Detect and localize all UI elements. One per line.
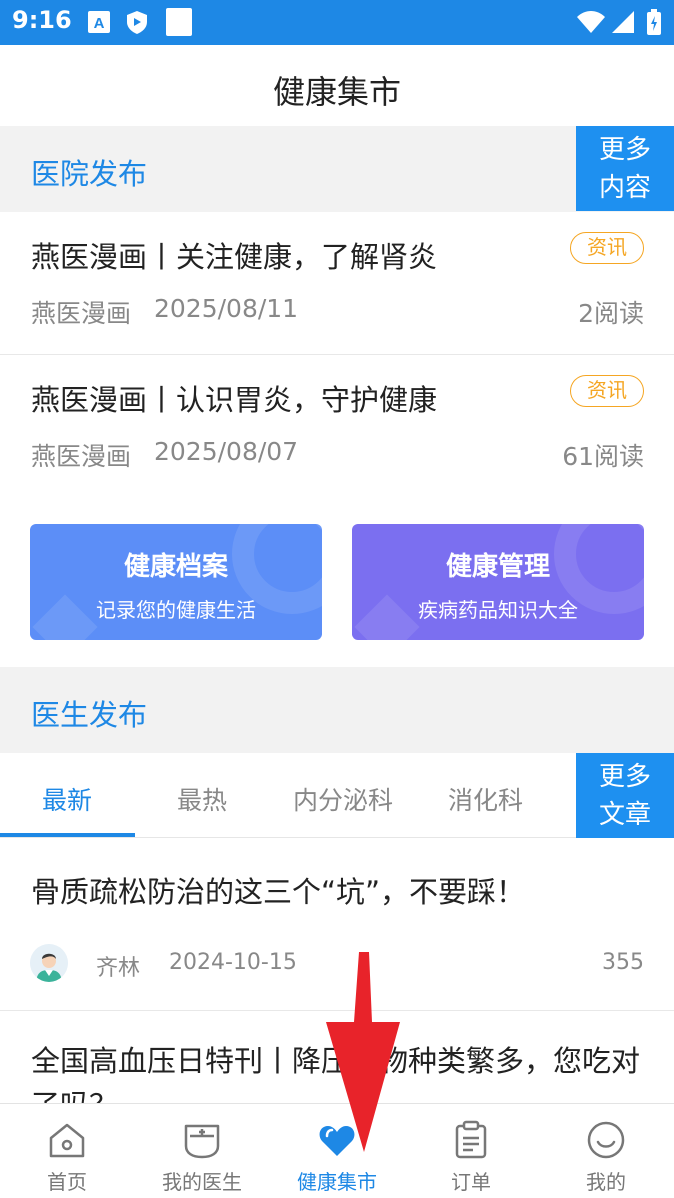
news-date: 2025/08/11 [154, 294, 299, 323]
nav-label: 健康集市 [297, 1170, 377, 1194]
news-tag-badge: 资讯 [570, 232, 644, 264]
tab-latest[interactable]: 最新 [42, 781, 92, 817]
article-view-count: 355 [602, 950, 644, 975]
font-a-icon: A [88, 11, 110, 33]
article-author: 齐林 [96, 956, 141, 981]
more-articles-button[interactable]: 更多 文章 [576, 753, 674, 838]
health-records-card[interactable]: 健康档案 记录您的健康生活 [30, 524, 322, 640]
article-title: 全国高血压日特刊丨降压药物种类繁多，您吃对了吗？ [31, 1044, 641, 1103]
news-source: 燕医漫画 [31, 442, 132, 471]
card-title: 健康档案 [123, 552, 228, 582]
svg-text:A: A [94, 15, 105, 32]
tab-hottest[interactable]: 最热 [177, 781, 227, 817]
card-subtitle: 疾病药品知识大全 [418, 598, 578, 622]
more-button-line1: 更多 [598, 762, 651, 792]
battery-icon [647, 9, 661, 35]
news-item[interactable]: 燕医漫画丨认识胃炎，守护健康 资讯 燕医漫画 2025/08/07 61阅读 [0, 355, 674, 498]
news-title: 燕医漫画丨认识胃炎，守护健康 [31, 383, 438, 417]
feature-cards: 健康档案 记录您的健康生活 健康管理 疾病药品知识大全 [0, 497, 674, 667]
doctor-avatar-icon [30, 944, 68, 982]
article-item[interactable]: 骨质疏松防治的这三个“坑”，不要踩！ 齐林 2024-10-15 355 [0, 838, 674, 1011]
more-button-line2: 内容 [598, 173, 651, 203]
tab-gastroenterology[interactable]: 消化科 [448, 781, 523, 817]
signal-icon [612, 11, 634, 33]
avatar [30, 944, 68, 982]
more-button-line1: 更多 [598, 135, 651, 165]
heart-icon [319, 1126, 355, 1156]
news-title: 燕医漫画丨关注健康，了解肾炎 [31, 240, 438, 274]
shield-icon [127, 11, 147, 34]
doctor-bag-icon [184, 1124, 220, 1159]
active-tab-indicator [0, 833, 135, 837]
nav-label: 我的 [586, 1170, 626, 1194]
doctor-section-title: 医生发布 [31, 698, 148, 732]
more-content-button[interactable]: 更多 内容 [576, 126, 674, 211]
nav-item-health-market[interactable]: 健康集市 [270, 1104, 404, 1198]
nav-item-mine[interactable]: 我的 [539, 1104, 673, 1198]
tab-endocrinology[interactable]: 内分泌科 [293, 781, 393, 817]
nav-label: 首页 [47, 1170, 87, 1194]
article-date: 2024-10-15 [169, 950, 297, 975]
news-date: 2025/08/07 [154, 437, 299, 466]
bottom-nav: 首页 我的医生 健康集市 订单 我的 [0, 1103, 674, 1198]
nav-label: 订单 [451, 1170, 491, 1194]
article-tabs: 最新 最热 内分泌科 消化科 更多 文章 [0, 753, 674, 838]
health-management-card[interactable]: 健康管理 疾病药品知识大全 [352, 524, 644, 640]
clipboard-icon [455, 1120, 487, 1159]
status-time: 9:16 [12, 6, 72, 34]
home-icon [49, 1123, 85, 1158]
article-title: 骨质疏松防治的这三个“坑”，不要踩！ [31, 875, 526, 909]
article-item[interactable]: 全国高血压日特刊丨降压药物种类繁多，您吃对了吗？ [0, 1011, 674, 1103]
app-header: 健康集市 [0, 45, 674, 126]
news-tag-badge: 资讯 [570, 375, 644, 407]
page-title: 健康集市 [272, 73, 401, 111]
nav-item-home[interactable]: 首页 [0, 1104, 134, 1198]
hospital-section-title: 医院发布 [31, 157, 148, 191]
wifi-icon [577, 11, 605, 33]
card-subtitle: 记录您的健康生活 [96, 598, 256, 622]
hospital-section-header: 医院发布 更多 内容 [0, 126, 674, 212]
square-icon [166, 8, 192, 36]
card-title: 健康管理 [445, 552, 550, 582]
nav-label: 我的医生 [162, 1170, 242, 1194]
smiley-icon [587, 1121, 625, 1159]
news-read-count: 61阅读 [562, 442, 644, 471]
doctor-section-header: 医生发布 [0, 667, 674, 753]
news-source: 燕医漫画 [31, 299, 132, 328]
news-item[interactable]: 燕医漫画丨关注健康，了解肾炎 资讯 燕医漫画 2025/08/11 2阅读 [0, 212, 674, 355]
nav-item-my-doctor[interactable]: 我的医生 [135, 1104, 269, 1198]
status-bar: 9:16 A [0, 0, 674, 45]
more-button-line2: 文章 [598, 800, 651, 830]
news-read-count: 2阅读 [578, 299, 644, 328]
nav-item-orders[interactable]: 订单 [404, 1104, 538, 1198]
